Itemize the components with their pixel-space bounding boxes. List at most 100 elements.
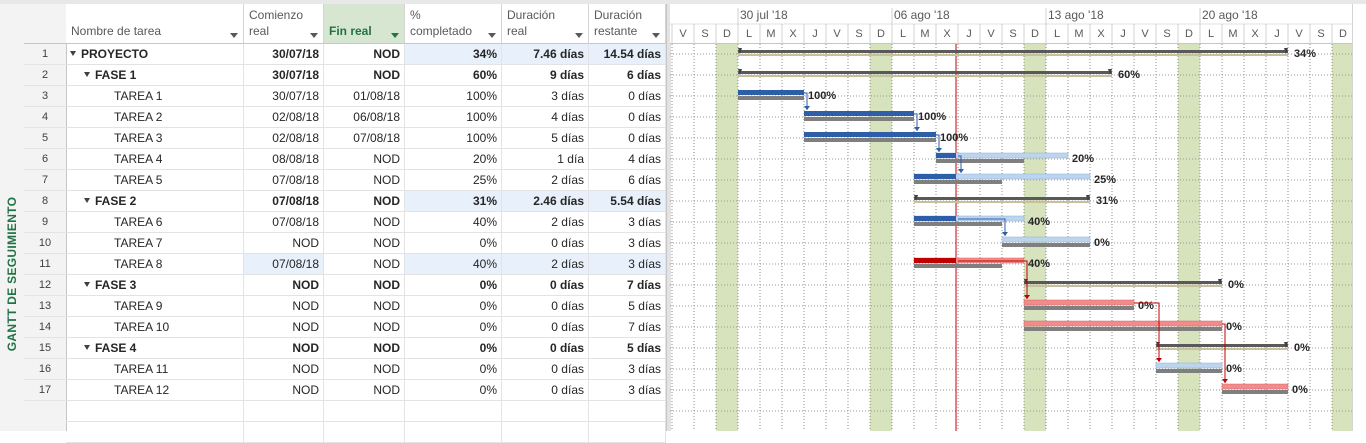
cell-rem[interactable]: 7 días bbox=[589, 317, 666, 338]
cell-dur[interactable]: 1 día bbox=[502, 149, 589, 170]
cell-dur[interactable]: 0 días bbox=[502, 296, 589, 317]
cell-rem[interactable]: 14.54 días bbox=[589, 44, 666, 65]
table-row[interactable]: TAREA 5 07/08/18 NOD 25% 2 días 6 días bbox=[66, 170, 666, 191]
cell-dur[interactable]: 2.46 días bbox=[502, 191, 589, 212]
cell-finish[interactable]: NOD bbox=[324, 170, 405, 191]
cell-name[interactable]: TAREA 11 bbox=[66, 359, 244, 380]
table-row[interactable]: TAREA 1 30/07/18 01/08/18 100% 3 días 0 días bbox=[66, 86, 666, 107]
row-number[interactable]: 8 bbox=[24, 191, 66, 212]
table-row[interactable]: PROYECTO 30/07/18 NOD 34% 7.46 días 14.54 día… bbox=[66, 44, 666, 65]
cell-start[interactable]: NOD bbox=[244, 359, 324, 380]
cell-rem[interactable]: 0 días bbox=[589, 86, 666, 107]
cell-start[interactable]: 30/07/18 bbox=[244, 86, 324, 107]
table-row[interactable]: TAREA 8 07/08/18 NOD 40% 2 días 3 días bbox=[66, 254, 666, 275]
cell-pct[interactable]: 40% bbox=[405, 254, 502, 275]
row-number[interactable]: 17 bbox=[24, 380, 66, 401]
cell-start[interactable]: NOD bbox=[244, 380, 324, 401]
cell-name[interactable]: TAREA 12 bbox=[66, 380, 244, 401]
cell-dur[interactable]: 9 días bbox=[502, 65, 589, 86]
row-number[interactable]: 5 bbox=[24, 128, 66, 149]
row-number[interactable]: 14 bbox=[24, 317, 66, 338]
cell-pct[interactable]: 100% bbox=[405, 107, 502, 128]
row-number[interactable]: 15 bbox=[24, 338, 66, 359]
cell-dur[interactable]: 0 días bbox=[502, 338, 589, 359]
empty-row[interactable] bbox=[66, 401, 666, 422]
cell-name[interactable]: PROYECTO bbox=[66, 44, 244, 65]
cell-rem[interactable]: 3 días bbox=[589, 233, 666, 254]
row-number[interactable]: 11 bbox=[24, 254, 66, 275]
cell-start[interactable]: NOD bbox=[244, 233, 324, 254]
table-row[interactable]: FASE 1 30/07/18 NOD 60% 9 días 6 días bbox=[66, 65, 666, 86]
cell-start[interactable]: 30/07/18 bbox=[244, 44, 324, 65]
empty-cell[interactable] bbox=[502, 401, 589, 422]
cell-rem[interactable]: 5 días bbox=[589, 338, 666, 359]
cell-finish[interactable]: NOD bbox=[324, 233, 405, 254]
table-row[interactable]: FASE 4 NOD NOD 0% 0 días 5 días bbox=[66, 338, 666, 359]
cell-finish[interactable]: NOD bbox=[324, 380, 405, 401]
cell-name[interactable]: FASE 4 bbox=[66, 338, 244, 359]
cell-rem[interactable]: 0 días bbox=[589, 128, 666, 149]
collapse-icon[interactable] bbox=[84, 282, 90, 288]
cell-pct[interactable]: 0% bbox=[405, 296, 502, 317]
cell-pct[interactable]: 60% bbox=[405, 65, 502, 86]
table-row[interactable]: FASE 2 07/08/18 NOD 31% 2.46 días 5.54 días bbox=[66, 191, 666, 212]
cell-finish[interactable]: NOD bbox=[324, 212, 405, 233]
cell-rem[interactable]: 7 días bbox=[589, 275, 666, 296]
cell-dur[interactable]: 2 días bbox=[502, 170, 589, 191]
cell-start[interactable]: 02/08/18 bbox=[244, 128, 324, 149]
cell-finish[interactable]: NOD bbox=[324, 254, 405, 275]
row-number[interactable]: 10 bbox=[24, 233, 66, 254]
cell-start[interactable]: 30/07/18 bbox=[244, 65, 324, 86]
cell-pct[interactable]: 100% bbox=[405, 128, 502, 149]
cell-name[interactable]: FASE 1 bbox=[66, 65, 244, 86]
cell-finish[interactable]: NOD bbox=[324, 191, 405, 212]
empty-cell[interactable] bbox=[589, 422, 666, 443]
cell-finish[interactable]: 07/08/18 bbox=[324, 128, 405, 149]
cell-pct[interactable]: 0% bbox=[405, 380, 502, 401]
cell-pct[interactable]: 25% bbox=[405, 170, 502, 191]
column-header-pct[interactable]: % completado bbox=[405, 4, 502, 44]
cell-dur[interactable]: 3 días bbox=[502, 86, 589, 107]
cell-rem[interactable]: 3 días bbox=[589, 380, 666, 401]
table-row[interactable]: TAREA 12 NOD NOD 0% 0 días 3 días bbox=[66, 380, 666, 401]
cell-rem[interactable]: 3 días bbox=[589, 359, 666, 380]
table-row[interactable]: TAREA 10 NOD NOD 0% 0 días 7 días bbox=[66, 317, 666, 338]
cell-name[interactable]: TAREA 6 bbox=[66, 212, 244, 233]
cell-name[interactable]: FASE 2 bbox=[66, 191, 244, 212]
empty-cell[interactable] bbox=[324, 401, 405, 422]
cell-dur[interactable]: 0 días bbox=[502, 275, 589, 296]
column-header-name[interactable]: Nombre de tarea bbox=[66, 4, 244, 44]
cell-finish[interactable]: NOD bbox=[324, 296, 405, 317]
chevron-down-icon[interactable] bbox=[230, 33, 238, 38]
cell-finish[interactable]: NOD bbox=[324, 359, 405, 380]
empty-row[interactable] bbox=[66, 422, 666, 443]
empty-cell[interactable] bbox=[324, 422, 405, 443]
cell-pct[interactable]: 100% bbox=[405, 86, 502, 107]
cell-dur[interactable]: 4 días bbox=[502, 107, 589, 128]
table-row[interactable]: TAREA 9 NOD NOD 0% 0 días 5 días bbox=[66, 296, 666, 317]
cell-rem[interactable]: 3 días bbox=[589, 254, 666, 275]
cell-dur[interactable]: 2 días bbox=[502, 254, 589, 275]
cell-rem[interactable]: 0 días bbox=[589, 107, 666, 128]
table-row[interactable]: TAREA 2 02/08/18 06/08/18 100% 4 días 0 días bbox=[66, 107, 666, 128]
cell-finish[interactable]: 06/08/18 bbox=[324, 107, 405, 128]
empty-cell[interactable] bbox=[244, 401, 324, 422]
vertical-scrollbar[interactable] bbox=[1352, 4, 1366, 431]
table-row[interactable]: FASE 3 NOD NOD 0% 0 días 7 días bbox=[66, 275, 666, 296]
row-number[interactable]: 7 bbox=[24, 170, 66, 191]
row-number[interactable]: 9 bbox=[24, 212, 66, 233]
table-row[interactable]: TAREA 4 08/08/18 NOD 20% 1 día 4 días bbox=[66, 149, 666, 170]
empty-cell[interactable] bbox=[244, 422, 324, 443]
cell-finish[interactable]: 01/08/18 bbox=[324, 86, 405, 107]
table-row[interactable]: TAREA 3 02/08/18 07/08/18 100% 5 días 0 días bbox=[66, 128, 666, 149]
cell-finish[interactable]: NOD bbox=[324, 317, 405, 338]
cell-start[interactable]: NOD bbox=[244, 338, 324, 359]
collapse-icon[interactable] bbox=[84, 72, 90, 78]
table-row[interactable]: TAREA 6 07/08/18 NOD 40% 2 días 3 días bbox=[66, 212, 666, 233]
column-header-start[interactable]: Comienzo real bbox=[244, 4, 324, 44]
row-number[interactable]: 13 bbox=[24, 296, 66, 317]
cell-start[interactable]: NOD bbox=[244, 317, 324, 338]
cell-pct[interactable]: 20% bbox=[405, 149, 502, 170]
cell-finish[interactable]: NOD bbox=[324, 149, 405, 170]
row-number[interactable]: 1 bbox=[24, 44, 66, 65]
